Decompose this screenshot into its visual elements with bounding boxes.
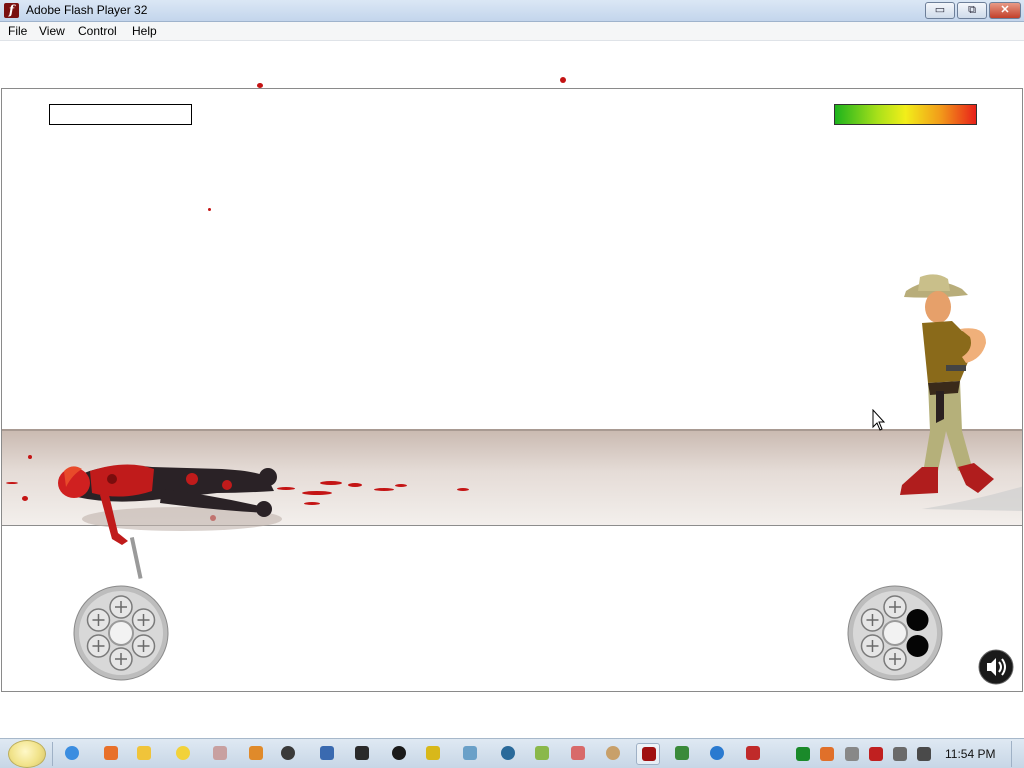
player-health-bar [49, 104, 192, 125]
blood-splatter [395, 484, 407, 487]
menu-file[interactable]: File [8, 24, 27, 38]
edge-glyph [710, 746, 724, 760]
folder-icon[interactable] [132, 743, 156, 765]
firefox-icon[interactable] [99, 743, 123, 765]
cowboy-enemy-figure [900, 274, 1022, 511]
screen: f Adobe Flash Player 32 ▭ ⧉ ✕ File View … [0, 0, 1024, 768]
security-tray-icon[interactable] [869, 747, 883, 761]
chrome-icon[interactable] [60, 743, 84, 765]
game-stage[interactable] [1, 88, 1023, 692]
loaded-chamber [860, 634, 885, 658]
enemy-health-bar [834, 104, 977, 125]
media-icon[interactable] [208, 743, 232, 765]
menu-control[interactable]: Control [78, 24, 117, 38]
globe-icon[interactable] [496, 743, 520, 765]
empty-chamber [906, 609, 929, 631]
media-glyph [213, 746, 227, 760]
horizon-line [2, 429, 1022, 431]
shield-glyph [426, 746, 440, 760]
blood-splatter [348, 483, 362, 487]
menu-view[interactable]: View [39, 24, 65, 38]
terminal-icon[interactable] [387, 743, 411, 765]
messenger-glyph [176, 746, 190, 760]
loaded-chamber [86, 634, 111, 658]
monitor-icon[interactable] [670, 743, 694, 765]
gauge-glyph [571, 746, 585, 760]
search-glyph [249, 746, 263, 760]
messenger-icon[interactable] [171, 743, 195, 765]
blood-splatter [374, 488, 394, 491]
speaker-icon[interactable] [978, 649, 1014, 685]
search-icon[interactable] [244, 743, 268, 765]
game-icon[interactable] [741, 743, 765, 765]
gauge-icon[interactable] [566, 743, 590, 765]
archive-7z-icon[interactable] [276, 743, 300, 765]
search-tray-icon[interactable] [820, 747, 834, 761]
minimize-button[interactable]: ▭ [925, 2, 955, 19]
equalizer-glyph [355, 746, 369, 760]
maximize-button[interactable]: ⧉ [957, 2, 987, 19]
user-icon[interactable] [315, 743, 339, 765]
loaded-chamber [860, 608, 885, 632]
menu-bar: File View Control Help [0, 22, 1024, 41]
globe-glyph [501, 746, 515, 760]
edge-icon[interactable] [705, 743, 729, 765]
blood-splatter [28, 455, 32, 459]
blood-splatter [560, 77, 566, 83]
blood-splatter [6, 482, 18, 484]
window-glyph [463, 746, 477, 760]
enemy-revolver-cylinder [847, 585, 943, 681]
terminal-glyph [392, 746, 406, 760]
equalizer-icon[interactable] [350, 743, 374, 765]
window-icon[interactable] [458, 743, 482, 765]
archive-7z-glyph [281, 746, 295, 760]
loaded-chamber [131, 608, 156, 632]
paint-icon[interactable] [601, 743, 625, 765]
system-clock[interactable]: 11:54 PM [945, 747, 995, 761]
blood-splatter [208, 208, 211, 211]
firefox-glyph [104, 746, 118, 760]
empty-chamber [906, 635, 929, 657]
flash-player-icon: f [4, 3, 19, 18]
paint-glyph [606, 746, 620, 760]
flash-player-glyph [642, 747, 656, 761]
enemy-health-fill [835, 105, 976, 124]
user-glyph [320, 746, 334, 760]
device-tray-icon[interactable] [893, 747, 907, 761]
blood-splatter [22, 496, 28, 501]
taskbar-separator [52, 742, 53, 766]
blood-splatter [304, 502, 320, 505]
monitor-glyph [675, 746, 689, 760]
title-bar[interactable]: f Adobe Flash Player 32 ▭ ⧉ ✕ [0, 0, 1024, 22]
loaded-chamber [109, 595, 133, 619]
loaded-chamber [883, 595, 907, 619]
player-revolver-cylinder [73, 585, 169, 681]
folder-glyph [137, 746, 151, 760]
loaded-chamber [86, 608, 111, 632]
loaded-chamber [109, 647, 133, 671]
loaded-chamber [883, 647, 907, 671]
show-desktop-button[interactable] [1011, 741, 1021, 767]
taskbar: 11:54 PM [0, 738, 1024, 768]
volume-icon[interactable] [917, 747, 931, 761]
close-button[interactable]: ✕ [989, 2, 1021, 19]
notepad-icon[interactable] [530, 743, 554, 765]
notepad-glyph [535, 746, 549, 760]
blood-splatter [320, 481, 342, 485]
start-button[interactable] [8, 740, 46, 768]
flash-player-icon[interactable] [636, 743, 660, 765]
blood-splatter [302, 491, 332, 495]
fallen-player-figure [58, 464, 282, 579]
menu-help[interactable]: Help [132, 24, 157, 38]
game-glyph [746, 746, 760, 760]
shield-icon[interactable] [421, 743, 445, 765]
network-icon[interactable] [796, 747, 810, 761]
loaded-chamber [131, 634, 156, 658]
window-title: Adobe Flash Player 32 [26, 3, 148, 17]
blood-splatter [457, 488, 469, 491]
chrome-glyph [65, 746, 79, 760]
mouse-cursor-icon [872, 409, 886, 431]
chat-tray-icon[interactable] [845, 747, 859, 761]
